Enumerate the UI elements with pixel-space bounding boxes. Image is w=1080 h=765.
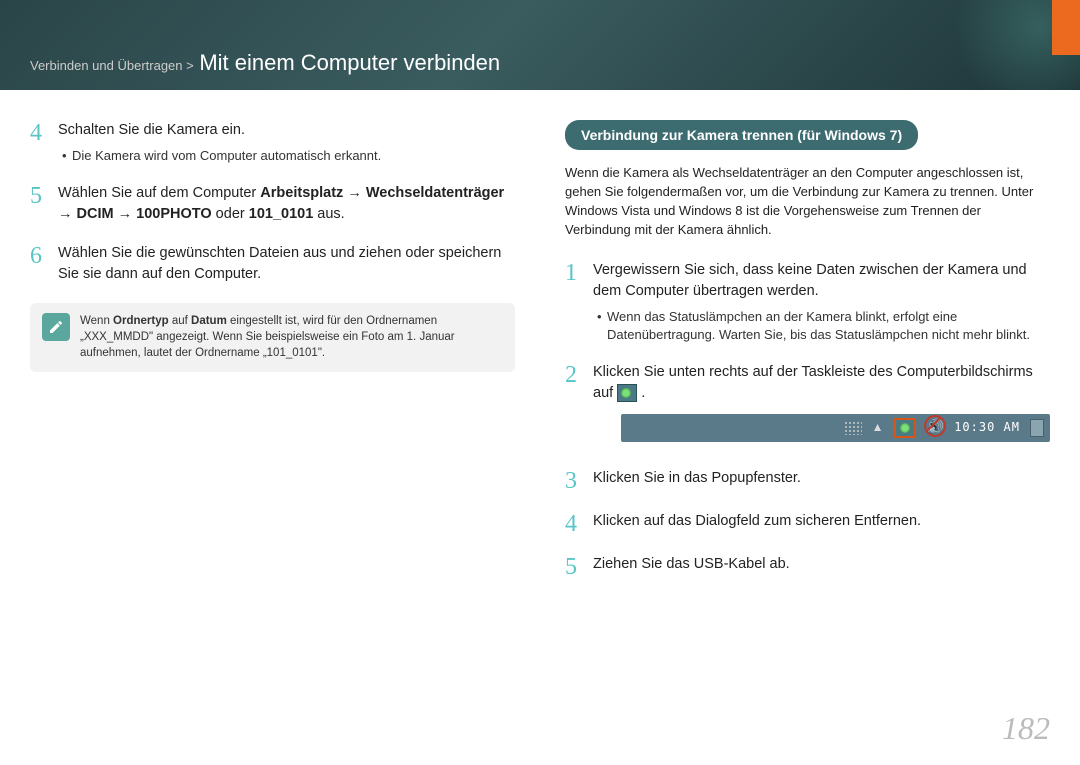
step-number: 5 bbox=[565, 554, 593, 579]
step-5-left: 5 Wählen Sie auf dem Computer Arbeitspla… bbox=[30, 183, 515, 225]
bold-text: 100PHOTO bbox=[136, 206, 212, 222]
note-text: Wenn Ordnertyp auf Datum eingestellt ist… bbox=[80, 313, 503, 361]
bold-text: DCIM bbox=[77, 206, 114, 222]
step-body: Klicken Sie in das Popupfenster. bbox=[593, 468, 1050, 493]
step-number: 6 bbox=[30, 243, 58, 285]
step-text: aus. bbox=[313, 206, 344, 222]
step-5-right: 5 Ziehen Sie das USB-Kabel ab. bbox=[565, 554, 1050, 579]
step-number: 5 bbox=[30, 183, 58, 225]
step-6-left: 6 Wählen Sie die gewünschten Dateien aus… bbox=[30, 243, 515, 285]
arrow: → bbox=[343, 185, 366, 201]
step-bullet: Die Kamera wird vom Computer automatisch… bbox=[58, 147, 515, 165]
grip-icon bbox=[844, 421, 862, 435]
arrow: → bbox=[114, 206, 137, 222]
bold-text: Arbeitsplatz bbox=[260, 185, 343, 201]
step-body: Ziehen Sie das USB-Kabel ab. bbox=[593, 554, 1050, 579]
right-column: Verbindung zur Kamera trennen (für Windo… bbox=[565, 120, 1050, 597]
page-header: Verbinden und Übertragen > Mit einem Com… bbox=[0, 0, 1080, 90]
taskbar-clock: 10:30 AM bbox=[954, 419, 1020, 436]
bold-text: 101_0101 bbox=[249, 206, 314, 222]
safely-remove-icon bbox=[617, 384, 637, 402]
section-heading-pill: Verbindung zur Kamera trennen (für Windo… bbox=[565, 120, 918, 150]
chevron-up-icon: ▲ bbox=[872, 419, 884, 436]
step-body: Schalten Sie die Kamera ein. Die Kamera … bbox=[58, 120, 515, 165]
page-number: 182 bbox=[1002, 710, 1050, 747]
safely-remove-highlighted-icon bbox=[894, 418, 916, 438]
step-number: 3 bbox=[565, 468, 593, 493]
step-body: Klicken auf das Dialogfeld zum sicheren … bbox=[593, 511, 1050, 536]
step-number: 4 bbox=[30, 120, 58, 165]
step-text: Wählen Sie auf dem Computer bbox=[58, 185, 260, 201]
step-text: Klicken Sie unten rechts auf der Tasklei… bbox=[593, 364, 1033, 401]
step-bullet: Wenn das Statuslämpchen an der Kamera bl… bbox=[593, 308, 1050, 344]
step-text: Schalten Sie die Kamera ein. bbox=[58, 122, 245, 138]
step-4-right: 4 Klicken auf das Dialogfeld zum sichere… bbox=[565, 511, 1050, 536]
section-tab bbox=[1052, 0, 1080, 55]
step-4-left: 4 Schalten Sie die Kamera ein. Die Kamer… bbox=[30, 120, 515, 165]
pen-icon bbox=[42, 313, 70, 341]
step-body: Klicken Sie unten rechts auf der Tasklei… bbox=[593, 362, 1050, 450]
intro-text: Wenn die Kamera als Wechseldatenträger a… bbox=[565, 164, 1050, 239]
taskbar-illustration: ▲ 🔊 10:30 AM bbox=[621, 414, 1050, 442]
bold-text: Wechseldatenträger bbox=[366, 185, 504, 201]
step-text: . bbox=[641, 385, 645, 401]
note-box: Wenn Ordnertyp auf Datum eingestellt ist… bbox=[30, 303, 515, 371]
breadcrumb: Verbinden und Übertragen > bbox=[30, 58, 197, 73]
step-text: oder bbox=[212, 206, 249, 222]
step-body: Vergewissern Sie sich, dass keine Daten … bbox=[593, 260, 1050, 344]
step-body: Wählen Sie auf dem Computer Arbeitsplatz… bbox=[58, 183, 515, 225]
step-number: 1 bbox=[565, 260, 593, 344]
page-title: Mit einem Computer verbinden bbox=[199, 50, 500, 75]
step-number: 2 bbox=[565, 362, 593, 450]
step-2-right: 2 Klicken Sie unten rechts auf der Taskl… bbox=[565, 362, 1050, 450]
volume-muted-icon: 🔊 bbox=[926, 417, 945, 439]
show-desktop-icon bbox=[1030, 419, 1044, 437]
step-text: Vergewissern Sie sich, dass keine Daten … bbox=[593, 262, 1027, 299]
left-column: 4 Schalten Sie die Kamera ein. Die Kamer… bbox=[30, 120, 515, 597]
content-area: 4 Schalten Sie die Kamera ein. Die Kamer… bbox=[0, 90, 1080, 597]
step-text: Wählen Sie die gewünschten Dateien aus u… bbox=[58, 245, 501, 282]
arrow: → bbox=[58, 206, 77, 222]
step-body: Wählen Sie die gewünschten Dateien aus u… bbox=[58, 243, 515, 285]
step-number: 4 bbox=[565, 511, 593, 536]
step-1-right: 1 Vergewissern Sie sich, dass keine Date… bbox=[565, 260, 1050, 344]
step-3-right: 3 Klicken Sie in das Popupfenster. bbox=[565, 468, 1050, 493]
